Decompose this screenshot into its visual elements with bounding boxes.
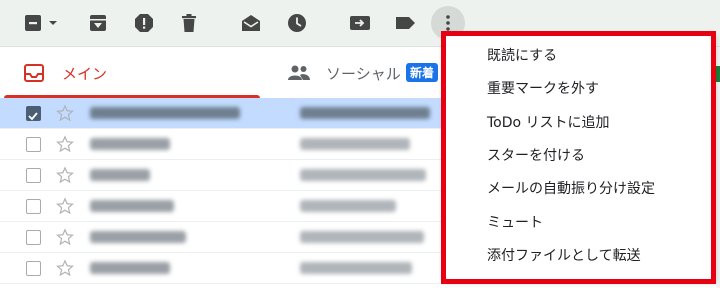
subject-redacted — [300, 138, 410, 150]
inbox-icon — [24, 64, 44, 82]
subject-redacted — [300, 107, 430, 119]
menu-item-forward-as-attachment[interactable]: 添付ファイルとして転送 — [445, 240, 715, 273]
star-icon[interactable] — [56, 135, 74, 157]
sender-redacted — [90, 231, 186, 243]
sender-redacted — [90, 200, 174, 212]
new-badge: 新着 — [406, 63, 439, 82]
tab-social[interactable]: ソーシャル 新着 — [280, 48, 450, 98]
mark-as-read-button[interactable] — [234, 6, 268, 40]
report-spam-button[interactable] — [127, 6, 161, 40]
people-icon — [288, 65, 310, 80]
star-icon[interactable] — [56, 197, 74, 219]
archive-icon — [90, 15, 106, 31]
spam-icon — [135, 14, 153, 32]
snooze-button[interactable] — [280, 6, 314, 40]
archive-button[interactable] — [81, 6, 115, 40]
menu-item-mark-read[interactable]: 既読にする — [445, 40, 715, 73]
open-envelope-icon — [242, 15, 260, 31]
subject-redacted — [300, 262, 412, 274]
move-to-button[interactable] — [343, 6, 377, 40]
menu-item-add-star[interactable]: スターを付ける — [445, 140, 715, 173]
row-checkbox[interactable] — [26, 106, 41, 121]
delete-button[interactable] — [172, 6, 206, 40]
tab-primary-label: メイン — [62, 65, 108, 83]
labels-button[interactable] — [388, 6, 422, 40]
subject-redacted — [300, 169, 426, 181]
subject-redacted — [300, 231, 424, 243]
star-icon[interactable] — [56, 104, 74, 126]
row-checkbox[interactable] — [26, 199, 41, 214]
menu-item-mark-not-important[interactable]: 重要マークを外す — [445, 73, 715, 106]
sender-redacted — [90, 262, 170, 274]
check-icon — [28, 112, 38, 121]
subject-redacted — [300, 200, 396, 212]
green-tab-badge — [716, 66, 720, 82]
trash-icon — [182, 14, 196, 32]
clock-icon — [288, 14, 306, 32]
row-checkbox[interactable] — [26, 261, 41, 276]
row-checkbox[interactable] — [26, 168, 41, 183]
sender-redacted — [90, 107, 240, 119]
menu-item-filter-messages[interactable]: メールの自動振り分け設定 — [445, 173, 715, 206]
tab-primary[interactable]: メイン — [0, 48, 262, 98]
move-to-icon — [350, 16, 370, 30]
more-vert-icon — [446, 15, 450, 31]
menu-item-mute[interactable]: ミュート — [445, 207, 715, 240]
sender-redacted — [90, 169, 150, 181]
checkbox-minus-icon — [25, 15, 57, 31]
menu-item-add-to-todo[interactable]: ToDo リストに追加 — [445, 107, 715, 140]
row-checkbox[interactable] — [26, 137, 41, 152]
tab-social-label: ソーシャル — [326, 65, 401, 83]
more-options-menu: 既読にする 重要マークを外す ToDo リストに追加 スターを付ける メールの自… — [445, 34, 715, 280]
star-icon[interactable] — [56, 259, 74, 281]
right-panel-edge — [716, 47, 720, 288]
sender-redacted — [90, 138, 170, 150]
star-icon[interactable] — [56, 228, 74, 250]
row-checkbox[interactable] — [26, 230, 41, 245]
star-icon[interactable] — [56, 166, 74, 188]
label-icon — [396, 17, 415, 29]
select-all-checkbox[interactable] — [20, 6, 66, 40]
